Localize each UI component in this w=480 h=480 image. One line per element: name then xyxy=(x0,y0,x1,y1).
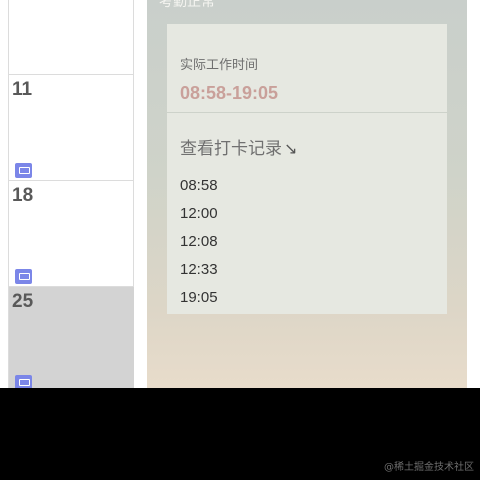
screenshot-stage: 11 18 25 考勤正常 实际工作时间 08:58-19:05 查看打卡记录 ↘ xyxy=(0,0,480,480)
attendance-screen: 11 18 25 考勤正常 实际工作时间 08:58-19:05 查看打卡记录 ↘ xyxy=(0,0,480,388)
attendance-detail-panel: 考勤正常 实际工作时间 08:58-19:05 查看打卡记录 ↘ 08:58 12… xyxy=(147,0,467,388)
punch-record-list: 08:58 12:00 12:08 12:33 19:05 xyxy=(180,177,218,317)
punch-record-time: 12:08 xyxy=(180,233,218,250)
calendar-cell[interactable]: 18 xyxy=(9,180,134,286)
arrow-down-right-icon: ↘ xyxy=(284,139,298,158)
monitor-icon xyxy=(15,269,32,284)
view-punch-records-link[interactable]: 查看打卡记录 ↘ xyxy=(180,134,297,159)
source-watermark: @稀土掘金技术社区 xyxy=(384,462,474,473)
view-punch-records-label: 查看打卡记录 xyxy=(180,139,282,159)
calendar-day-number: 18 xyxy=(12,185,34,206)
monitor-icon xyxy=(15,163,32,178)
punch-record-time: 12:33 xyxy=(180,261,218,278)
work-time-label: 实际工作时间 xyxy=(180,58,259,73)
calendar-cell-selected[interactable]: 25 xyxy=(9,286,134,388)
calendar-day-number: 25 xyxy=(12,291,34,312)
punch-record-time: 08:58 xyxy=(180,177,218,194)
calendar-cell[interactable] xyxy=(9,0,134,75)
work-time-value: 08:58-19:05 xyxy=(180,83,279,103)
punch-record-time: 19:05 xyxy=(180,289,218,306)
monitor-icon xyxy=(15,375,32,388)
calendar-column: 11 18 25 xyxy=(8,0,134,388)
punch-records-card: 查看打卡记录 ↘ 08:58 12:00 12:08 12:33 19:05 xyxy=(167,113,447,314)
punch-record-time: 12:00 xyxy=(180,205,218,222)
work-time-card: 实际工作时间 08:58-19:05 xyxy=(167,24,447,112)
calendar-cell[interactable]: 11 xyxy=(9,74,134,180)
attendance-status-title: 考勤正常 xyxy=(159,0,215,10)
calendar-day-number: 11 xyxy=(12,79,33,100)
